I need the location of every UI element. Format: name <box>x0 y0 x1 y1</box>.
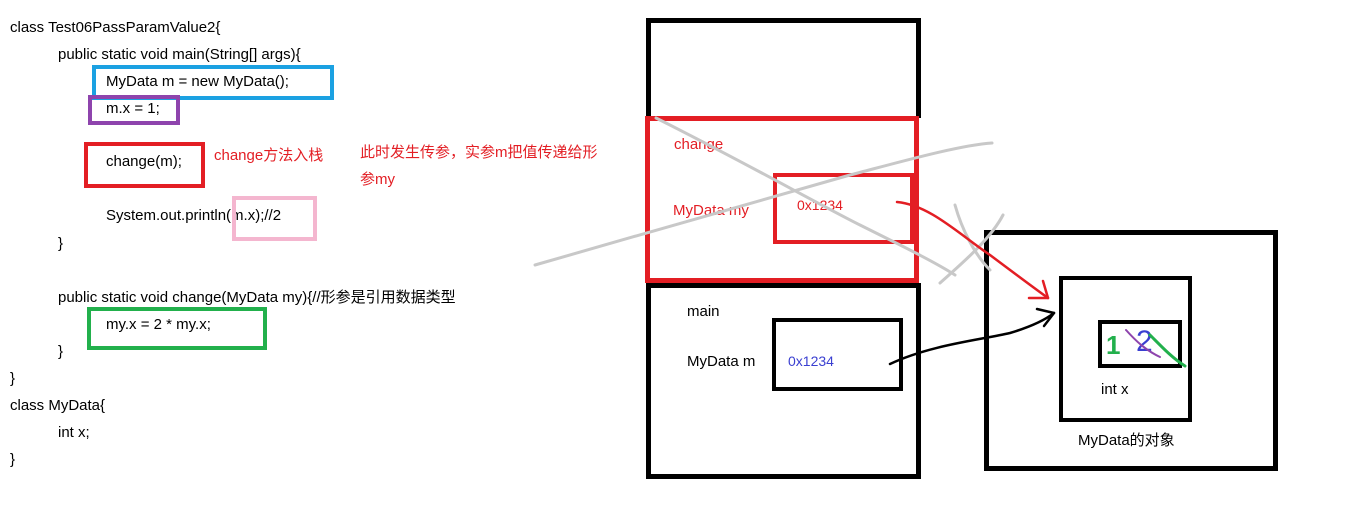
arrow-change-to-heap <box>895 200 1050 300</box>
drawing-overlay <box>533 116 1187 368</box>
scribble-purple <box>1125 329 1161 358</box>
strike-line-long <box>533 141 994 267</box>
arrow-main-to-heap <box>888 311 1056 366</box>
strike-cross-a <box>953 203 992 272</box>
strike-line-diagonal <box>654 116 957 277</box>
scribble-green <box>1148 333 1187 368</box>
